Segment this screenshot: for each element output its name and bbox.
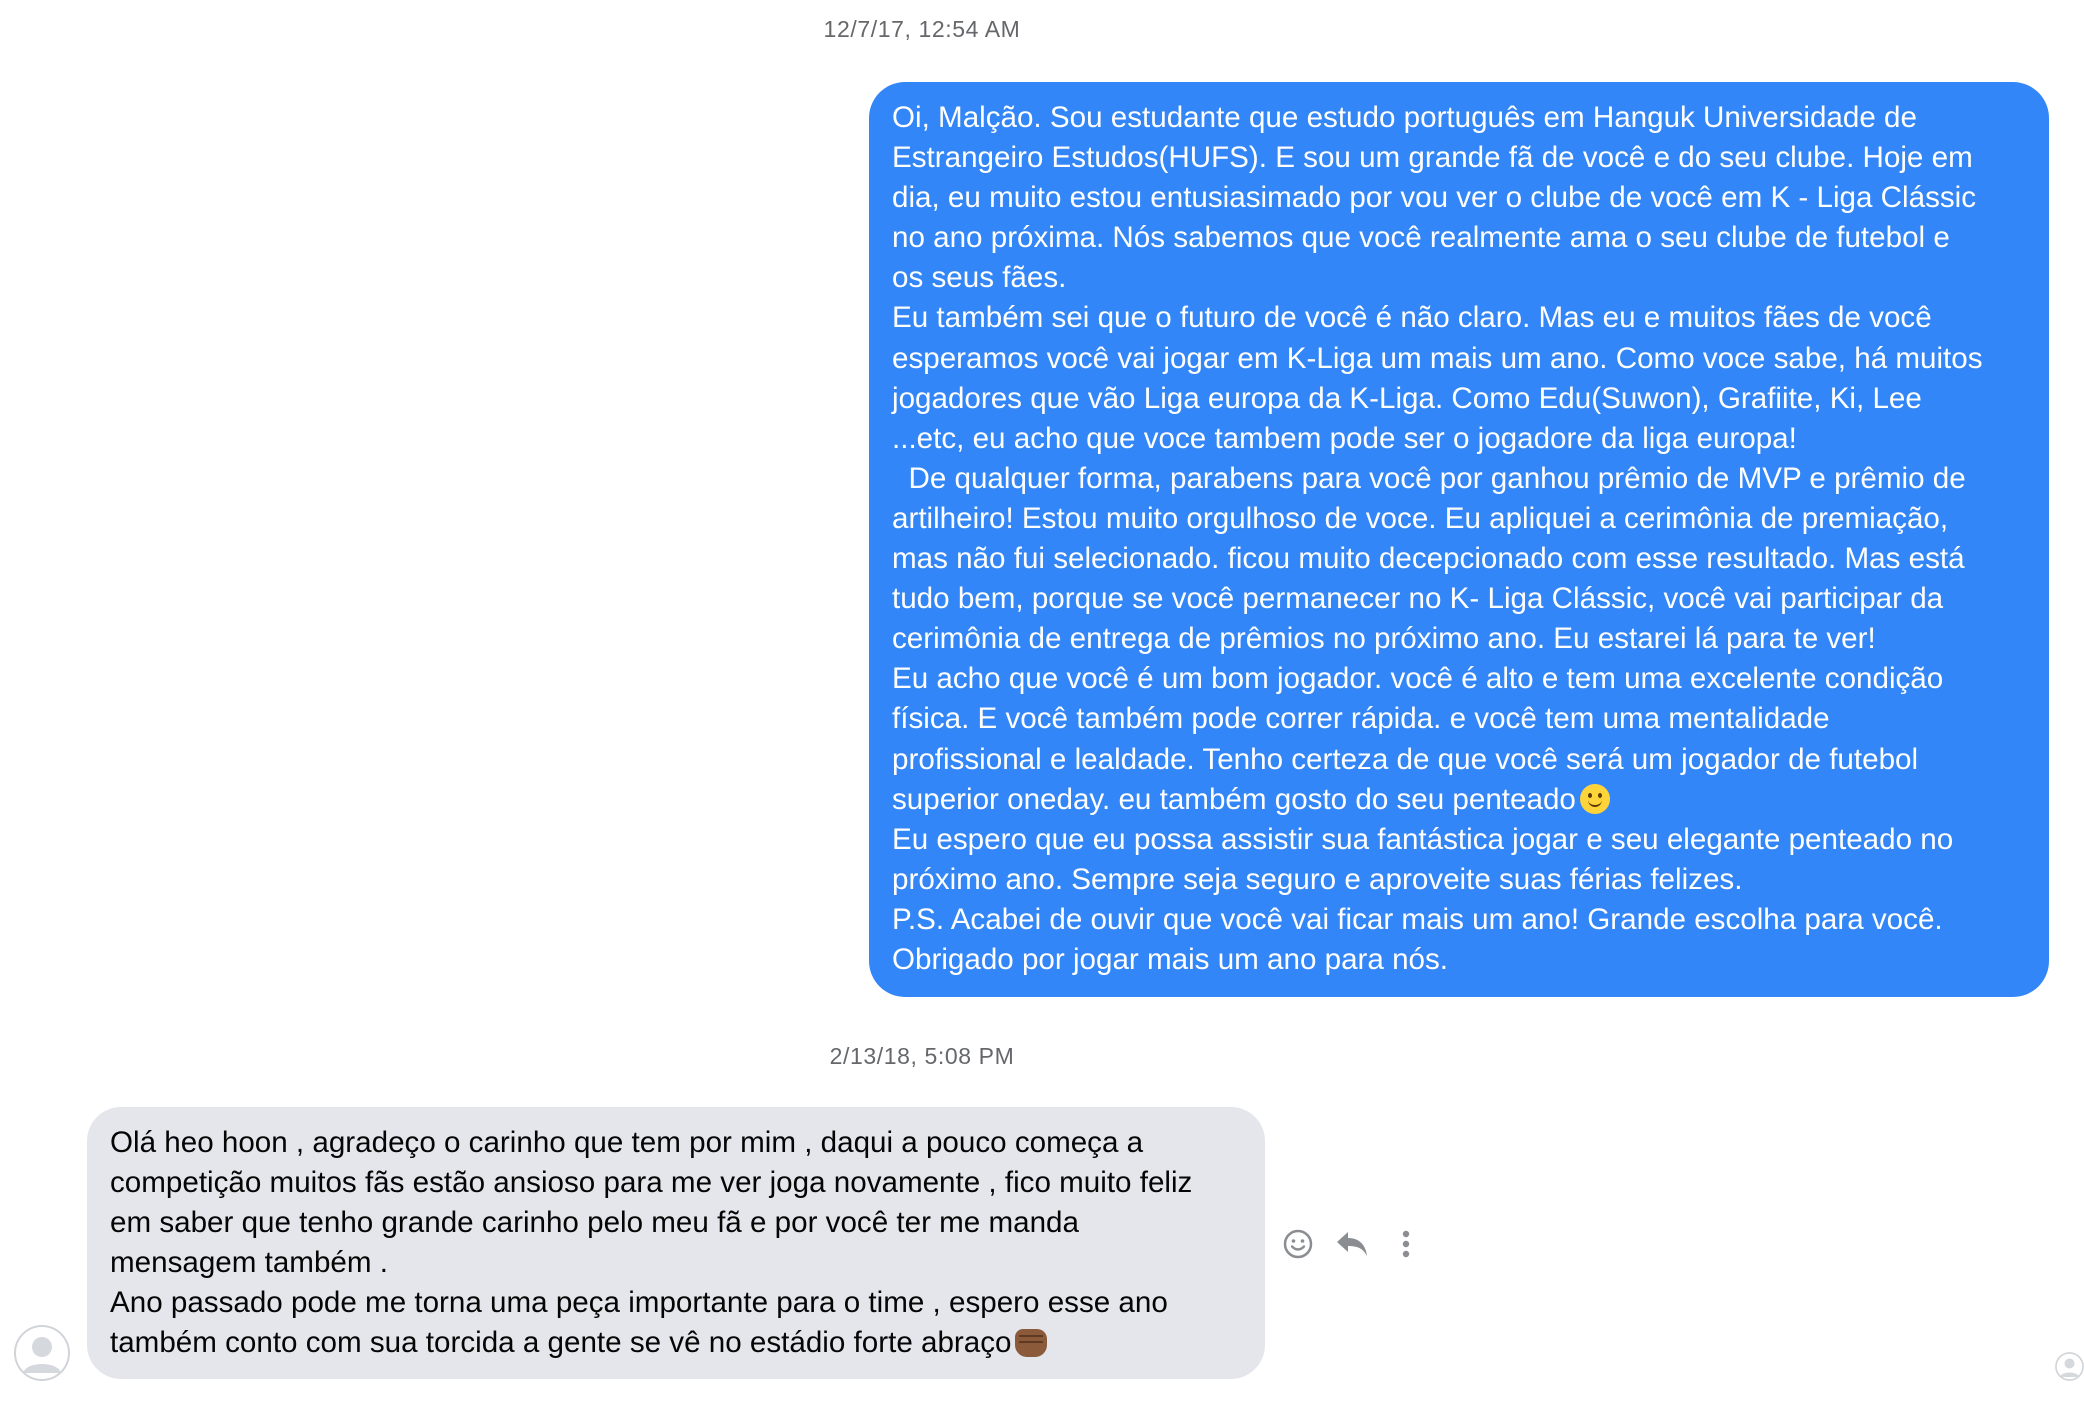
react-button[interactable] bbox=[1278, 1224, 1318, 1264]
message-actions bbox=[1278, 1224, 1440, 1264]
incoming-message-text: Olá heo hoon , agradeço o carinho que te… bbox=[110, 1126, 1193, 1359]
reply-icon bbox=[1337, 1232, 1367, 1256]
slightly-smiling-face-emoji-icon bbox=[1579, 783, 1610, 814]
read-receipt-avatar bbox=[2055, 1352, 2084, 1381]
default-avatar-icon bbox=[14, 1325, 70, 1381]
oncoming-fist-emoji-icon bbox=[1015, 1329, 1048, 1357]
outgoing-message-text: Oi, Malção. Sou estudante que estudo por… bbox=[892, 101, 1983, 816]
sender-avatar[interactable] bbox=[14, 1325, 70, 1381]
reply-button[interactable] bbox=[1332, 1224, 1372, 1264]
timestamp: 12/7/17, 12:54 AM bbox=[823, 16, 1021, 42]
more-vertical-icon bbox=[1402, 1230, 1410, 1258]
timestamp: 2/13/18, 5:08 PM bbox=[829, 1043, 1015, 1069]
outgoing-message-text-continued: Eu espero que eu possa assistir sua fant… bbox=[892, 822, 1954, 976]
more-options-button[interactable] bbox=[1386, 1224, 1426, 1264]
smiley-icon bbox=[1283, 1229, 1313, 1259]
outgoing-message-bubble[interactable]: Oi, Malção. Sou estudante que estudo por… bbox=[869, 82, 2049, 997]
default-avatar-icon bbox=[2055, 1352, 2084, 1381]
incoming-message-bubble[interactable]: Olá heo hoon , agradeço o carinho que te… bbox=[87, 1107, 1265, 1379]
